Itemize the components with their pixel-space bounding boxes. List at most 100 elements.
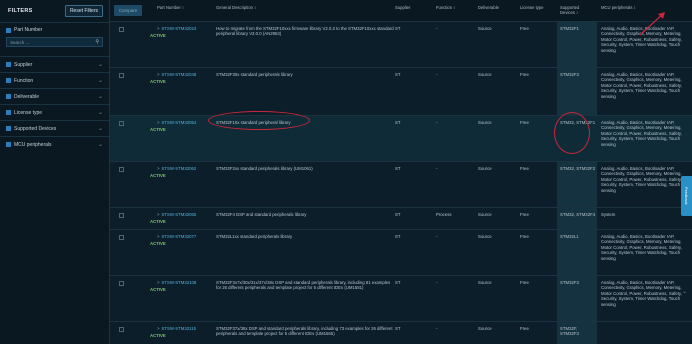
description: STM32F37x/38x DSP and standard periphera… (216, 326, 393, 337)
filters-sidebar: FILTERS Reset Filters Part Number Search… (0, 0, 110, 344)
annotation-arrow-icon (639, 12, 665, 36)
row-checkbox[interactable] (119, 27, 124, 32)
license-type: Free (520, 72, 529, 77)
compare-button[interactable]: Compare (114, 5, 142, 16)
mcu-peripherals: Analog, Audio, Basics, Bootloader IAP, C… (601, 234, 682, 261)
mcu-peripherals: Analog, Audio, Basics, Bootloader IAP, C… (601, 72, 682, 99)
part-number-text: STSW-STM32062 (161, 166, 197, 171)
filter-checkbox[interactable] (6, 142, 11, 147)
row-checkbox[interactable] (119, 121, 124, 126)
description: STM32F4 DSP and standard peripherals lib… (216, 212, 307, 217)
scroll-down-icon[interactable]: ⌄ (682, 288, 688, 295)
part-number-link[interactable]: > STSW-STM32054 (157, 120, 196, 125)
part-number-link[interactable]: > STSW-STM32048 (157, 72, 196, 77)
chevron-down-icon[interactable]: ⌄ (98, 109, 103, 116)
status-badge: ACTIVE (150, 241, 166, 246)
part-number-link[interactable]: > STSW-STM32077 (157, 234, 196, 239)
part-number-checkbox[interactable] (6, 27, 11, 33)
description: STM32F3x7x/30x/31x/37x/38x DSP and stand… (216, 280, 391, 291)
filters-header: FILTERS Reset Filters (0, 0, 109, 22)
filter-checkbox[interactable] (6, 94, 11, 99)
function: - (436, 280, 438, 285)
table-row[interactable]: > STSW-STM32023 ACTIVE How to migrate fro… (110, 22, 692, 68)
filter-function[interactable]: Function ⌄ (0, 72, 109, 88)
part-number-link[interactable]: > STSW-STM32023 (157, 26, 196, 31)
col-function[interactable]: Function ↕ (436, 5, 455, 10)
filter-supported-devices[interactable]: Supported Devices ⌄ (0, 120, 109, 136)
license-type: Free (520, 280, 529, 285)
col-supplier[interactable]: Supplier (395, 5, 410, 10)
expand-icon[interactable]: > (157, 72, 160, 77)
chevron-down-icon[interactable]: ⌄ (98, 125, 103, 132)
function: - (436, 72, 438, 77)
part-number-link[interactable]: > STSW-STM32062 (157, 166, 196, 171)
part-number-text: STSW-STM32054 (161, 120, 197, 125)
search-icon[interactable]: ⚲ (95, 39, 99, 45)
filter-deliverable[interactable]: Deliverable ⌄ (0, 88, 109, 104)
row-checkbox[interactable] (119, 213, 124, 218)
supported-devices: STM32F3 (560, 280, 579, 285)
table-row[interactable]: > STSW-STM32048 ACTIVE STM32F30x standard… (110, 68, 692, 116)
license-type: Free (520, 212, 529, 217)
supplier: ST (395, 120, 401, 125)
chevron-down-icon[interactable]: ⌄ (98, 77, 103, 84)
search-input[interactable]: Search ... ⚲ (6, 37, 103, 47)
filter-label: Deliverable (14, 93, 40, 100)
reset-filters-button[interactable]: Reset Filters (64, 5, 103, 17)
function: - (436, 326, 438, 331)
filter-mcu-peripherals[interactable]: MCU peripherals ⌄ (0, 136, 109, 152)
part-number-link[interactable]: > STSW-STM32065 (157, 212, 196, 217)
deliverable: Source (478, 120, 492, 125)
description: How to migrate from the STM32F10xxx firm… (216, 26, 394, 37)
row-checkbox[interactable] (119, 235, 124, 240)
table-row[interactable]: > STSW-STM32054 ACTIVE STM32F10x standard… (110, 116, 692, 162)
col-deliverable[interactable]: Deliverable (478, 5, 499, 10)
function: - (436, 234, 438, 239)
filter-checkbox[interactable] (6, 126, 11, 131)
row-checkbox[interactable] (119, 167, 124, 172)
expand-icon[interactable]: > (157, 166, 160, 171)
filter-checkbox[interactable] (6, 110, 11, 115)
table-row[interactable]: > STSW-STM32108 ACTIVE STM32F3x7x/30x/31x… (110, 276, 692, 322)
supplier: ST (395, 72, 401, 77)
row-checkbox[interactable] (119, 281, 124, 286)
row-checkbox[interactable] (119, 327, 124, 332)
part-number-text: STSW-STM32108 (161, 280, 197, 285)
status-badge: ACTIVE (150, 33, 166, 38)
app-window: FILTERS Reset Filters Part Number Search… (0, 0, 692, 344)
table-row[interactable]: > STSW-STM32077 ACTIVE STM32L1xx standard… (110, 230, 692, 276)
supported-devices: STM32F3 (560, 72, 579, 77)
status-badge: ACTIVE (150, 219, 166, 224)
table-row[interactable]: > STSW-STM32065 ACTIVE STM32F4 DSP and st… (110, 208, 692, 230)
supported-devices: STM32, STM32F4 (560, 212, 596, 217)
expand-icon[interactable]: > (157, 326, 160, 331)
col-mcu-peripherals[interactable]: MCU peripherals ↕ (601, 5, 636, 10)
part-number-link[interactable]: > STSW-STM32115 (157, 326, 196, 331)
table-row[interactable]: > STSW-STM32062 ACTIVE STM32F2xx standard… (110, 162, 692, 208)
col-part-number[interactable]: Part Number ↕ (157, 5, 184, 10)
part-number-link[interactable]: > STSW-STM32108 (157, 280, 196, 285)
filter-checkbox[interactable] (6, 62, 11, 67)
expand-icon[interactable]: > (157, 280, 160, 285)
filter-checkbox[interactable] (6, 78, 11, 83)
filter-supplier[interactable]: Supplier ⌄ (0, 56, 109, 72)
chevron-down-icon[interactable]: ⌄ (98, 93, 103, 100)
expand-icon[interactable]: > (157, 212, 160, 217)
col-license-type[interactable]: License type (520, 5, 544, 10)
part-number-text: STSW-STM32065 (161, 212, 197, 217)
table-row[interactable]: > STSW-STM32115 ACTIVE STM32F37x/38x DSP … (110, 322, 692, 344)
part-number-text: STSW-STM32077 (161, 234, 197, 239)
chevron-down-icon[interactable]: ⌄ (98, 61, 103, 68)
col-supported-devices[interactable]: Supported Devices ↕ (560, 5, 594, 15)
col-general-description[interactable]: General Description ↕ (216, 5, 256, 10)
status-badge: ACTIVE (150, 333, 166, 338)
expand-icon[interactable]: > (157, 234, 160, 239)
row-checkbox[interactable] (119, 73, 124, 78)
description: STM32F2xx standard peripherals library (… (216, 166, 313, 171)
filter-license-type[interactable]: License type ⌄ (0, 104, 109, 120)
expand-icon[interactable]: > (157, 26, 160, 31)
expand-icon[interactable]: > (157, 120, 160, 125)
chevron-down-icon[interactable]: ⌄ (98, 141, 103, 148)
feedback-tab[interactable]: Feedback (681, 176, 692, 216)
function: - (436, 166, 438, 171)
